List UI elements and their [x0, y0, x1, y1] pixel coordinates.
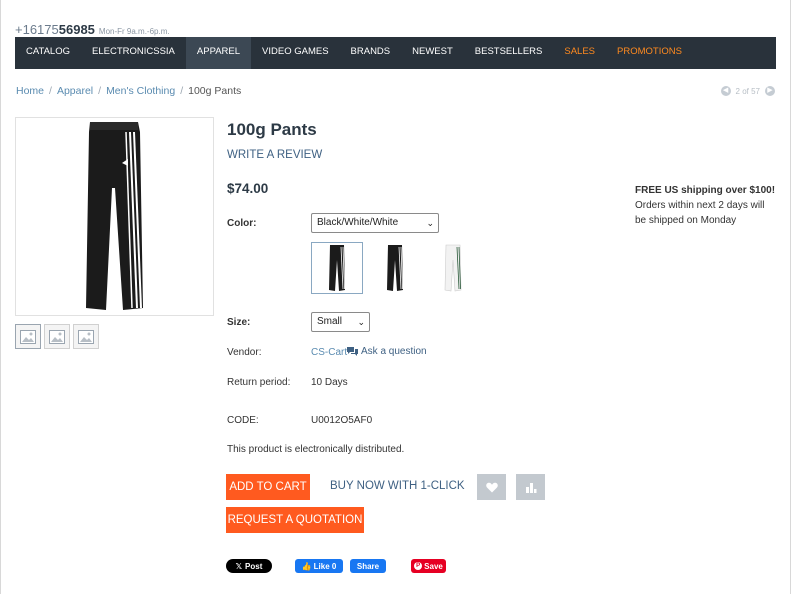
ask-question-label: Ask a question	[361, 346, 427, 357]
shipping-headline: FREE US shipping over $100!	[635, 185, 776, 196]
size-label: Size:	[227, 317, 251, 328]
thumbnail-3[interactable]	[73, 324, 99, 349]
shipping-info: FREE US shipping over $100! Orders withi…	[635, 183, 775, 228]
size-select-value: Small	[317, 316, 343, 327]
color-select-value: Black/White/White	[317, 217, 399, 228]
thumbnail-1[interactable]	[15, 324, 41, 349]
thumbs-up-icon: 👍	[301, 561, 312, 571]
ask-question-link[interactable]: Ask a question	[347, 346, 427, 357]
phone-prefix: +16175	[15, 22, 59, 37]
phone-number: +1617556985 Mon-Fr 9a.m.-6p.m.	[15, 22, 170, 37]
add-to-cart-button[interactable]: ADD TO CART	[226, 474, 310, 500]
return-period-value: 10 Days	[311, 377, 348, 388]
pants-variant-icon	[444, 244, 462, 292]
color-variants	[311, 242, 485, 294]
breadcrumb: Home / Apparel / Men's Clothing / 100g Pants	[16, 85, 241, 97]
chevron-down-icon: ⌄	[357, 317, 365, 327]
shipping-line-1: Orders within next 2 days will	[635, 200, 765, 211]
nav-item-electronics[interactable]: ELECTRONICSSIA	[81, 37, 186, 69]
nav-item-apparel[interactable]: APPAREL	[185, 37, 252, 69]
shipping-line-2: be shipped on Monday	[635, 215, 737, 226]
color-select[interactable]: Black/White/White ⌄	[311, 213, 439, 233]
product-title: 100g Pants	[227, 120, 317, 139]
nav-item-video-games[interactable]: VIDEO GAMES	[251, 37, 340, 69]
product-main-image[interactable]	[15, 117, 214, 316]
chat-bubble-icon	[347, 347, 358, 356]
color-label: Color:	[227, 218, 257, 229]
distribution-note: This product is electronically distribut…	[227, 444, 405, 455]
breadcrumb-current: 100g Pants	[188, 85, 242, 97]
main-navigation: CATALOG ELECTRONICSSIA APPAREL VIDEO GAM…	[15, 37, 776, 69]
code-label: CODE:	[227, 415, 259, 426]
variant-black-white[interactable]	[311, 242, 363, 294]
compare-button[interactable]	[516, 474, 545, 500]
nav-item-brands[interactable]: BRANDS	[340, 37, 402, 69]
breadcrumb-apparel[interactable]: Apparel	[57, 85, 93, 97]
chevron-down-icon: ⌄	[426, 218, 434, 228]
breadcrumb-separator: /	[98, 85, 102, 97]
heart-icon	[485, 482, 498, 492]
nav-item-newest[interactable]: NEWEST	[401, 37, 464, 69]
nav-item-sales[interactable]: SALES	[553, 37, 606, 69]
breadcrumb-separator: /	[180, 85, 184, 97]
breadcrumb-home[interactable]: Home	[16, 85, 44, 97]
product-pager: ◀ 2 of 57 ▶	[720, 86, 775, 96]
x-logo-icon: 𝕏	[235, 561, 243, 571]
wishlist-button[interactable]	[477, 474, 506, 500]
image-placeholder-icon	[20, 329, 36, 344]
prev-arrow-icon[interactable]: ◀	[720, 86, 731, 96]
return-period-label: Return period:	[227, 377, 291, 388]
bar-chart-icon	[525, 482, 536, 493]
pinterest-save-label: Save	[424, 561, 443, 571]
nav-item-catalog[interactable]: CATALOG	[15, 37, 81, 69]
thumbnail-2[interactable]	[44, 324, 70, 349]
pinterest-logo-icon: P	[414, 562, 423, 570]
code-value: U0012O5AF0	[311, 415, 373, 426]
vendor-label: Vendor:	[227, 347, 262, 358]
pants-variant-icon	[387, 245, 403, 291]
nav-item-promotions[interactable]: PROMOTIONS	[606, 37, 693, 69]
variant-white[interactable]	[427, 242, 479, 294]
product-price: $74.00	[227, 181, 269, 196]
facebook-share-button[interactable]: Share	[350, 559, 386, 573]
breadcrumb-separator: /	[49, 85, 52, 97]
vendor-link[interactable]: CS-Cart	[311, 347, 347, 358]
facebook-like-button[interactable]: 👍 Like 0	[295, 559, 343, 573]
nav-item-bestsellers[interactable]: BESTSELLERS	[464, 37, 554, 69]
pants-image-icon	[86, 122, 143, 310]
pinterest-save-button[interactable]: P Save	[411, 559, 446, 573]
breadcrumb-mens-clothing[interactable]: Men's Clothing	[106, 85, 175, 97]
next-arrow-icon[interactable]: ▶	[765, 86, 775, 96]
size-select[interactable]: Small ⌄	[311, 312, 370, 332]
request-quotation-button[interactable]: REQUEST A QUOTATION	[226, 507, 364, 533]
x-post-button[interactable]: 𝕏 Post	[226, 559, 272, 573]
write-review-link[interactable]: WRITE A REVIEW	[227, 149, 322, 161]
business-hours: Mon-Fr 9a.m.-6p.m.	[98, 27, 170, 36]
buy-now-1-click-button[interactable]: BUY NOW WITH 1-CLICK	[330, 480, 465, 492]
facebook-like-label: Like 0	[313, 561, 337, 571]
image-placeholder-icon	[78, 329, 94, 344]
x-post-label: Post	[245, 561, 263, 571]
pants-variant-icon	[329, 245, 345, 291]
thumbnail-strip	[15, 324, 99, 349]
image-placeholder-icon	[49, 329, 65, 344]
phone-bold: 56985	[58, 22, 95, 37]
variant-black[interactable]	[369, 242, 421, 294]
pager-count: 2 of 57	[735, 86, 760, 96]
